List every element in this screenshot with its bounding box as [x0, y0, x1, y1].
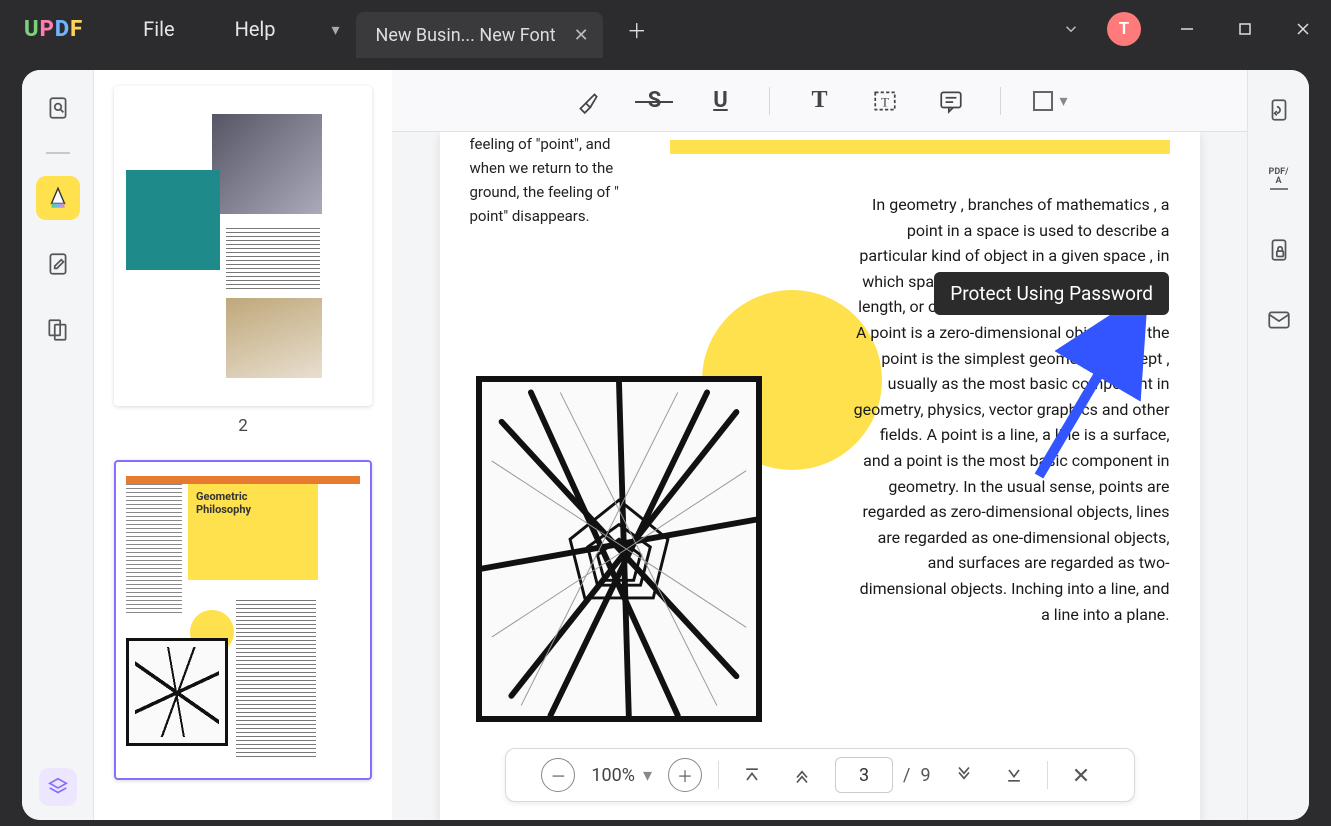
document-area: S U T T ▾ feeling of "point", and when w…	[392, 70, 1247, 820]
svg-text:T: T	[882, 94, 890, 109]
annotation-toolbar: S U T T ▾	[392, 70, 1247, 132]
app-logo: UPDF	[24, 17, 83, 42]
page-thumbnail-2[interactable]	[114, 86, 372, 406]
strikethrough-icon[interactable]: S	[637, 84, 671, 118]
zoom-in-button[interactable]: ＋	[668, 758, 702, 792]
divider	[46, 152, 70, 154]
page-control-bar: － 100%▾ ＋ 3 / 9	[505, 748, 1135, 802]
last-page-button[interactable]	[997, 758, 1031, 792]
close-window-button[interactable]	[1281, 7, 1325, 51]
minimize-button[interactable]	[1165, 7, 1209, 51]
text-icon[interactable]: T	[802, 84, 836, 118]
underline-icon[interactable]: U	[703, 84, 737, 118]
account-dropdown[interactable]	[1049, 7, 1093, 51]
geometric-image	[476, 376, 762, 722]
separator	[718, 761, 719, 789]
reader-tool[interactable]	[36, 86, 80, 130]
zoom-level[interactable]: 100%▾	[591, 765, 652, 786]
document-tab[interactable]: New Busin... New Font ✕	[356, 12, 603, 58]
zoom-out-button[interactable]: －	[541, 758, 575, 792]
first-page-button[interactable]	[735, 758, 769, 792]
close-pagebar-button[interactable]	[1064, 758, 1098, 792]
protect-tooltip: Protect Using Password	[934, 272, 1169, 315]
main-shell: 2 Geometric Philosophy S U T T	[22, 70, 1309, 820]
prev-page-button[interactable]	[785, 758, 819, 792]
annotation-arrow	[1029, 306, 1149, 486]
separator	[769, 87, 770, 115]
comment-tool[interactable]	[36, 176, 80, 220]
menu-help[interactable]: Help	[235, 17, 276, 41]
current-page-input[interactable]: 3	[835, 757, 893, 793]
right-rail: PDF/A	[1247, 70, 1309, 820]
share-button[interactable]	[1257, 298, 1301, 342]
page-thumbnail-3[interactable]: Geometric Philosophy	[114, 460, 372, 780]
left-paragraph: feeling of "point", and when we return t…	[470, 132, 650, 228]
sticky-note-icon[interactable]	[934, 84, 968, 118]
maximize-button[interactable]	[1223, 7, 1267, 51]
left-rail	[22, 70, 94, 820]
convert-button[interactable]	[1257, 88, 1301, 132]
next-page-button[interactable]	[947, 758, 981, 792]
yellow-highlight-bar	[670, 140, 1170, 154]
menu-file[interactable]: File	[143, 17, 174, 41]
close-tab-button[interactable]: ✕	[574, 25, 589, 46]
separator	[1000, 87, 1001, 115]
page-separator: /	[903, 765, 910, 786]
separator	[1047, 761, 1048, 789]
total-pages: 9	[920, 765, 930, 786]
pdfa-button[interactable]: PDF/A	[1257, 158, 1301, 202]
titlebar: UPDF File Help ▾ New Busin... New Font ✕…	[0, 0, 1331, 58]
square-icon	[1033, 91, 1053, 111]
thumbnail-panel[interactable]: 2 Geometric Philosophy	[94, 70, 392, 820]
highlighter-icon[interactable]	[571, 84, 605, 118]
tab-title: New Busin... New Font	[376, 25, 556, 46]
textbox-icon[interactable]: T	[868, 84, 902, 118]
thumbnail-label: 2	[114, 416, 372, 436]
new-tab-button[interactable]: ＋	[617, 15, 657, 44]
tab-list-dropdown[interactable]: ▾	[316, 0, 356, 58]
user-avatar[interactable]: T	[1107, 12, 1141, 46]
layers-button[interactable]	[39, 768, 77, 806]
protect-button[interactable]	[1257, 228, 1301, 272]
shape-picker[interactable]: ▾	[1033, 91, 1067, 111]
edit-tool[interactable]	[36, 242, 80, 286]
page-tool[interactable]	[36, 308, 80, 352]
